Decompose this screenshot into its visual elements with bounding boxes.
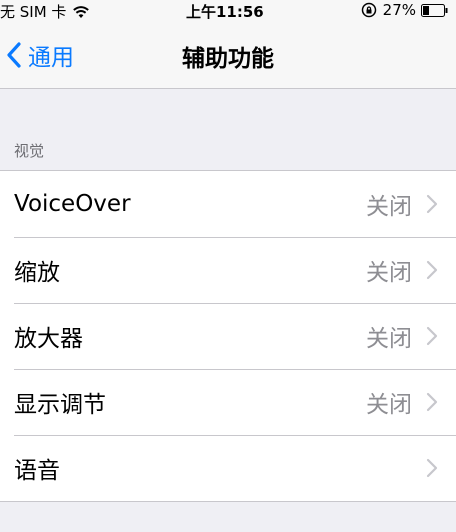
wifi-icon: [73, 5, 90, 18]
status-bar-right: 27%: [361, 1, 448, 19]
item-value: 关闭: [366, 326, 412, 352]
chevron-right-icon: [426, 260, 438, 280]
battery-icon: [421, 3, 448, 17]
back-button-label: 通用: [28, 45, 74, 71]
list-item-zoom[interactable]: 缩放 关闭: [0, 237, 456, 303]
item-label: 缩放: [14, 260, 60, 286]
back-button[interactable]: 通用: [6, 38, 74, 72]
rotation-lock-icon: [361, 2, 376, 18]
status-bar-time: 上午11:56: [186, 3, 264, 21]
list-item-voiceover[interactable]: VoiceOver 关闭: [0, 171, 456, 237]
list-item-magnifier[interactable]: 放大器 关闭: [0, 303, 456, 369]
chevron-right-icon: [426, 194, 438, 214]
navigation-bar: 通用 辅助功能: [0, 22, 456, 89]
chevron-right-icon: [426, 392, 438, 412]
section-header: 视觉: [14, 142, 45, 160]
item-value: 关闭: [366, 260, 412, 286]
settings-list: VoiceOver 关闭 缩放 关闭 放大器 关闭 显示调节 关闭 语音: [0, 170, 456, 502]
carrier-label: 无 SIM 卡: [0, 3, 67, 21]
list-item-speech[interactable]: 语音: [0, 435, 456, 501]
item-label: 显示调节: [14, 392, 106, 418]
status-bar-left: 无 SIM 卡: [0, 1, 90, 22]
list-item-display-accommodations[interactable]: 显示调节 关闭: [0, 369, 456, 435]
battery-percent: 27%: [382, 1, 416, 19]
status-bar: 无 SIM 卡 上午11:56 27%: [0, 0, 456, 22]
item-label: 语音: [14, 458, 60, 484]
chevron-right-icon: [426, 458, 438, 478]
item-label: 放大器: [14, 326, 83, 352]
item-value: 关闭: [366, 194, 412, 220]
item-label: VoiceOver: [14, 191, 131, 217]
chevron-left-icon: [7, 42, 21, 68]
item-value: 关闭: [366, 392, 412, 418]
chevron-right-icon: [426, 326, 438, 346]
